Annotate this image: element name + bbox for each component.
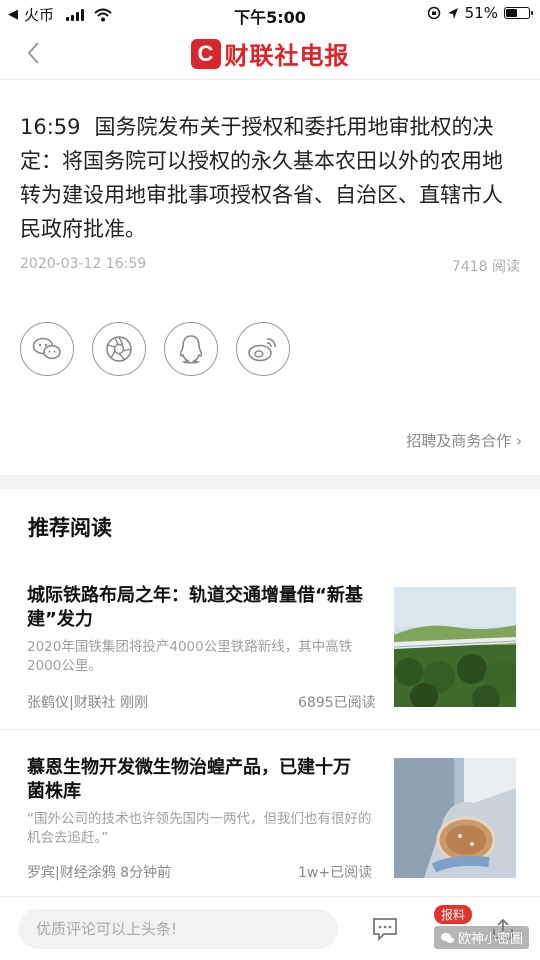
list-item[interactable]: 慕恩生物开发微生物治蝗产品，已建十万菌株库 “国外公司的技术也许领先国内一两代，… (0, 756, 540, 886)
comment-icon[interactable] (372, 917, 398, 941)
app-logo: C 财联社电报 (0, 36, 540, 71)
weibo-icon (248, 338, 276, 362)
news-summary: 2020年国铁集团将投产4000公里铁路新线，其中高铁2000公里。 (27, 639, 353, 674)
battery-percent: 51% (464, 4, 498, 22)
share-weibo-button[interactable] (236, 322, 290, 376)
wechat-watermark-icon (441, 932, 454, 943)
list-item[interactable]: 城际铁路布局之年：轨道交通增量借“新基建”发力 2020年国铁集团将投产4000… (0, 584, 540, 730)
share-wechat-button[interactable] (20, 322, 74, 376)
nav-bar: C 财联社电报 (0, 28, 540, 80)
logo-text: 财联社电报 (224, 42, 350, 70)
qq-icon (179, 335, 203, 364)
news-read-count: 6895已阅读 (298, 695, 376, 711)
status-right: 51% (427, 4, 533, 22)
news-summary: “国外公司的技术也许领先国内一两代，但我们也有很好的机会去追赶。” (27, 811, 372, 846)
article-read-count: 7418 阅读 (451, 259, 520, 275)
news-title: 城际铁路布局之年：轨道交通增量借“新基建”发力 (27, 585, 363, 630)
share-qq-button[interactable] (164, 322, 218, 376)
baoliao-badge[interactable]: 报料 (434, 905, 473, 924)
watermark-text: 欧神小密圈 (458, 932, 524, 947)
news-thumbnail-lab (394, 758, 516, 878)
article-date: 2020-03-12 16:59 (20, 256, 147, 272)
logo-mark: C (190, 38, 221, 69)
telegraph-article: 16:59 国务院发布关于授权和委托用地审批权的决定：将国务院可以授权的永久基本农… (20, 110, 520, 246)
battery-fill (506, 9, 517, 17)
recommend-title: 推荐阅读 (28, 516, 112, 540)
battery-icon (504, 7, 533, 19)
article-text: 国务院发布关于授权和委托用地审批权的决定：将国务院可以授权的永久基本农田以外的农… (20, 115, 503, 241)
article-time: 16:59 (20, 115, 81, 139)
share-buttons (20, 322, 290, 376)
section-divider (0, 475, 540, 489)
location-icon (447, 7, 458, 19)
share-moments-button[interactable] (92, 322, 146, 376)
recruitment-link[interactable]: 招聘及商务合作 › (406, 430, 522, 451)
news-read-count: 1w+已阅读 (298, 865, 373, 881)
orientation-lock-icon (427, 6, 440, 20)
watermark: 欧神小密圈 (434, 926, 530, 949)
article-meta: 2020-03-12 16:59 7418 阅读 (20, 256, 520, 275)
status-bar: ◀ 火币 下午5:00 51% (0, 0, 540, 28)
moments-icon (106, 336, 132, 362)
news-source: 罗宾|财经涂鸦 8分钟前 (27, 865, 172, 881)
news-title: 慕恩生物开发微生物治蝗产品，已建十万菌株库 (27, 757, 351, 802)
news-thumbnail-train (394, 587, 516, 707)
wechat-icon (32, 337, 61, 360)
comment-input[interactable] (18, 909, 338, 949)
news-source: 张鹤仪|财联社 刚刚 (27, 695, 149, 711)
